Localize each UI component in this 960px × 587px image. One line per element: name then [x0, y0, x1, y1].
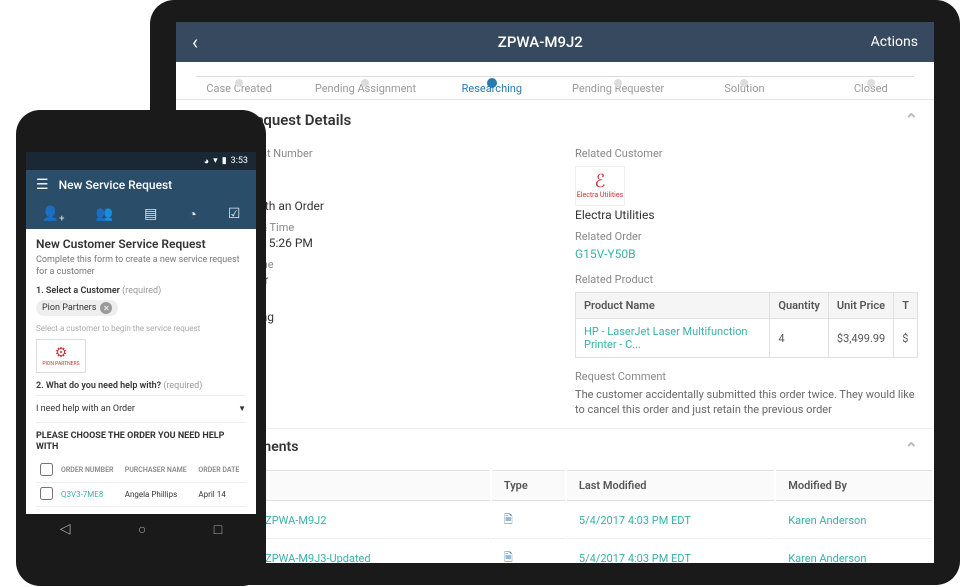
th-doc-by[interactable]: Modified By: [776, 470, 932, 501]
pion-logo-text: PION PARTNERS: [42, 361, 79, 367]
step-researching[interactable]: Researching: [429, 70, 555, 95]
step-solution[interactable]: Solution: [681, 70, 807, 95]
phone-order-table: ORDER NUMBER PURCHASER NAME ORDER DATE Q…: [36, 459, 246, 507]
chart-icon[interactable]: ◔: [188, 206, 196, 223]
row-checkbox[interactable]: [40, 487, 53, 500]
product-qty-cell: 4: [770, 319, 829, 358]
customer-label: Related Customer: [575, 147, 918, 160]
phone-status-bar: ◕ ▾ ▮ 3:53: [26, 152, 256, 170]
collapse-icon[interactable]: ⌃: [905, 439, 918, 458]
docs-table: Name ↑ Type Last Modified Modified By El…: [176, 468, 934, 563]
step1-label: 1. Select a Customer (required): [36, 286, 246, 296]
doc-modified-cell: 5/4/2017 4:03 PM EDT: [567, 541, 774, 563]
product-price-cell: $3,499.99: [828, 319, 893, 358]
product-total-cell: $: [894, 319, 918, 358]
doc-row[interactable]: ElectraUtilities_ZPWA-M9J3-Updated 🗎 5/4…: [178, 541, 932, 563]
phone-screen: ◕ ▾ ▮ 3:53 ☰ New Service Request 👤₊ 👥 ▤ …: [26, 152, 256, 544]
product-table: Product Name Quantity Unit Price T HP - …: [575, 292, 918, 358]
order-row[interactable]: Q3V3-7ME8 Angela Phillips April 14: [36, 482, 246, 506]
doc-type-icon: 🗎: [492, 541, 565, 563]
chip-label: Pion Partners: [42, 303, 96, 313]
phone-header: ☰ New Service Request: [26, 170, 256, 200]
add-user-icon[interactable]: 👤₊: [42, 206, 65, 223]
page-title: ZPWA-M9J2: [210, 33, 871, 51]
details-right-col: Related Customer ℰ Electra Utilities Ele…: [575, 139, 918, 418]
nav-home-icon[interactable]: ○: [138, 521, 146, 538]
status-time: 3:53: [231, 156, 248, 166]
chevron-down-icon: ▼: [238, 404, 246, 414]
phone-header-title: New Service Request: [59, 178, 173, 192]
th-order-number[interactable]: ORDER NUMBER: [57, 459, 121, 483]
product-label: Related Product: [575, 273, 918, 286]
menu-icon[interactable]: ☰: [36, 177, 49, 193]
tablet-screen: ‹ ZPWA-M9J2 Actions Case Created Pending…: [176, 22, 934, 563]
doc-modified-cell: 5/4/2017 4:03 PM EDT: [567, 503, 774, 539]
status-icon: ◕: [204, 156, 209, 167]
th-total[interactable]: T: [894, 293, 918, 319]
step-pending-requester[interactable]: Pending Requester: [555, 70, 681, 95]
step2-label: 2. What do you need help with? (required…: [36, 381, 246, 391]
tablet-device: ‹ ZPWA-M9J2 Actions Case Created Pending…: [150, 0, 960, 585]
wifi-icon: ▾: [213, 156, 218, 166]
doc-type-icon: 🗎: [492, 503, 565, 539]
comment-label: Request Comment: [575, 370, 918, 383]
back-icon[interactable]: ‹: [192, 30, 210, 54]
customer-logo-text: Electra Utilities: [577, 191, 623, 199]
check-icon[interactable]: ☑: [228, 206, 241, 223]
form-subtitle: Complete this form to create a new servi…: [36, 255, 246, 278]
step-case-created[interactable]: Case Created: [176, 70, 302, 95]
doc-by-cell[interactable]: Karen Anderson: [776, 503, 932, 539]
order-heading: PLEASE CHOOSE THE ORDER YOU NEED HELP WI…: [36, 431, 246, 453]
doc-by-cell[interactable]: Karen Anderson: [776, 541, 932, 563]
th-doc-modified[interactable]: Last Modified: [567, 470, 774, 501]
electra-logo-icon: ℰ: [595, 173, 606, 191]
docs-section-header[interactable]: Case Documents ⌃: [176, 428, 934, 468]
nav-recent-icon[interactable]: □: [214, 521, 222, 538]
battery-icon: ▮: [222, 156, 227, 166]
people-icon[interactable]: 👥: [96, 206, 113, 223]
th-product-name[interactable]: Product Name: [576, 293, 770, 319]
step-pending-assignment[interactable]: Pending Assignment: [302, 70, 428, 95]
phone-tab-bar: 👤₊ 👥 ▤ ◔ ☑: [26, 200, 256, 229]
customer-logo: ℰ Electra Utilities: [575, 166, 625, 206]
select-all-checkbox[interactable]: [40, 463, 53, 476]
th-unit-price[interactable]: Unit Price: [828, 293, 893, 319]
list-icon[interactable]: ▤: [144, 206, 157, 223]
customer-name: Electra Utilities: [575, 208, 918, 222]
details-section-header[interactable]: Service Request Details ⌃: [176, 100, 934, 139]
progress-stepper: Case Created Pending Assignment Research…: [176, 62, 934, 100]
doc-row[interactable]: ElectraUtilities_ZPWA-M9J2 🗎 5/4/2017 4:…: [178, 503, 932, 539]
th-purchaser[interactable]: PURCHASER NAME: [121, 459, 195, 483]
nav-back-icon[interactable]: ◁: [60, 521, 71, 537]
pion-logo: ⚙ PION PARTNERS: [36, 339, 86, 373]
android-nav-bar: ◁ ○ □: [26, 514, 256, 544]
form-title: New Customer Service Request: [36, 237, 246, 251]
help-type-dropdown[interactable]: I need help with an Order ▼: [36, 395, 246, 423]
customer-chip[interactable]: Pion Partners ✕: [36, 300, 118, 316]
phone-device: ◕ ▾ ▮ 3:53 ☰ New Service Request 👤₊ 👥 ▤ …: [16, 110, 266, 586]
order-date-cell: April 14: [194, 482, 246, 506]
details-body: Service Request Number ZPWA-M9J2 Request…: [176, 139, 934, 418]
th-quantity[interactable]: Quantity: [770, 293, 829, 319]
th-checkbox[interactable]: [36, 459, 57, 483]
pion-logo-icon: ⚙: [55, 345, 68, 361]
actions-button[interactable]: Actions: [871, 34, 918, 50]
related-order-link[interactable]: G15V-Y50B: [575, 247, 918, 261]
product-row[interactable]: HP - LaserJet Laser Multifunction Printe…: [576, 319, 918, 358]
collapse-icon[interactable]: ⌃: [905, 110, 918, 129]
tablet-header: ‹ ZPWA-M9J2 Actions: [176, 22, 934, 62]
chip-remove-icon[interactable]: ✕: [100, 302, 112, 314]
comment-text: The customer accidentally submitted this…: [575, 387, 918, 418]
order-label: Related Order: [575, 230, 918, 243]
dropdown-value: I need help with an Order: [36, 404, 135, 414]
step-closed[interactable]: Closed: [808, 70, 934, 95]
th-order-date[interactable]: ORDER DATE: [194, 459, 246, 483]
product-name-cell[interactable]: HP - LaserJet Laser Multifunction Printe…: [576, 319, 770, 358]
customer-hint: Select a customer to begin the service r…: [36, 324, 246, 333]
phone-form: New Customer Service Request Complete th…: [26, 229, 256, 515]
order-number-cell[interactable]: Q3V3-7ME8: [57, 482, 121, 506]
th-doc-type[interactable]: Type: [492, 470, 565, 501]
purchaser-cell: Angela Phillips: [121, 482, 195, 506]
